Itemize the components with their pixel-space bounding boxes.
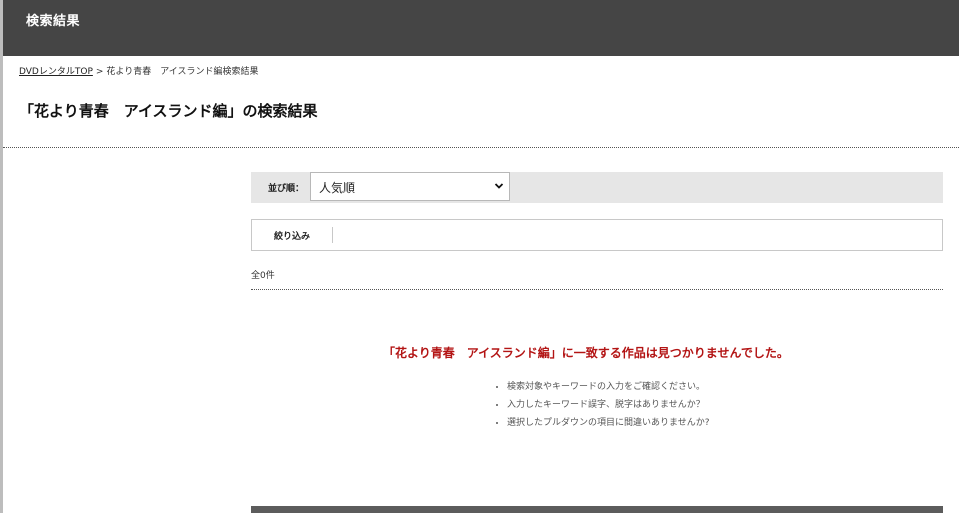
result-count: 全0件: [251, 271, 275, 281]
page-header: 検索結果: [3, 0, 959, 56]
breadcrumb-home-link[interactable]: DVDレンタルTOP: [19, 67, 93, 77]
filter-separator: [332, 227, 333, 243]
footer-bar: [251, 506, 943, 513]
breadcrumb-separator: >: [95, 67, 104, 77]
filter-bar: 絞り込み: [251, 219, 943, 251]
breadcrumb: DVDレンタルTOP > 花より青春 アイスランド編検索結果: [19, 64, 259, 77]
count-divider: [251, 289, 943, 290]
sort-label: 並び順：: [268, 184, 305, 194]
filter-toggle[interactable]: 絞り込み: [274, 229, 310, 242]
breadcrumb-current: 花より青春 アイスランド編検索結果: [106, 67, 259, 77]
title-divider: [3, 147, 959, 148]
page-title: 「花より青春 アイスランド編」の検索結果: [19, 102, 318, 120]
search-tip: 入力したキーワード誤字、脱字はありませんか？: [507, 396, 710, 414]
search-tip: 選択したプルダウンの項目に間違いありませんか?: [507, 414, 710, 432]
left-edge-border: [0, 0, 3, 513]
sort-bar: 並び順： 人気順: [251, 172, 943, 203]
search-tip: 検索対象やキーワードの入力をご確認ください。: [507, 378, 710, 396]
chevron-down-icon: [494, 183, 504, 189]
search-tips-list: 検索対象やキーワードの入力をご確認ください。 入力したキーワード誤字、脱字はあり…: [493, 378, 710, 432]
sort-select-value: 人気順: [319, 181, 356, 195]
no-result-message: 「花より青春 アイスランド編」に一致する作品は見つかりませんでした。: [383, 346, 789, 360]
sort-select[interactable]: 人気順: [310, 172, 510, 201]
header-title: 検索結果: [26, 14, 81, 29]
